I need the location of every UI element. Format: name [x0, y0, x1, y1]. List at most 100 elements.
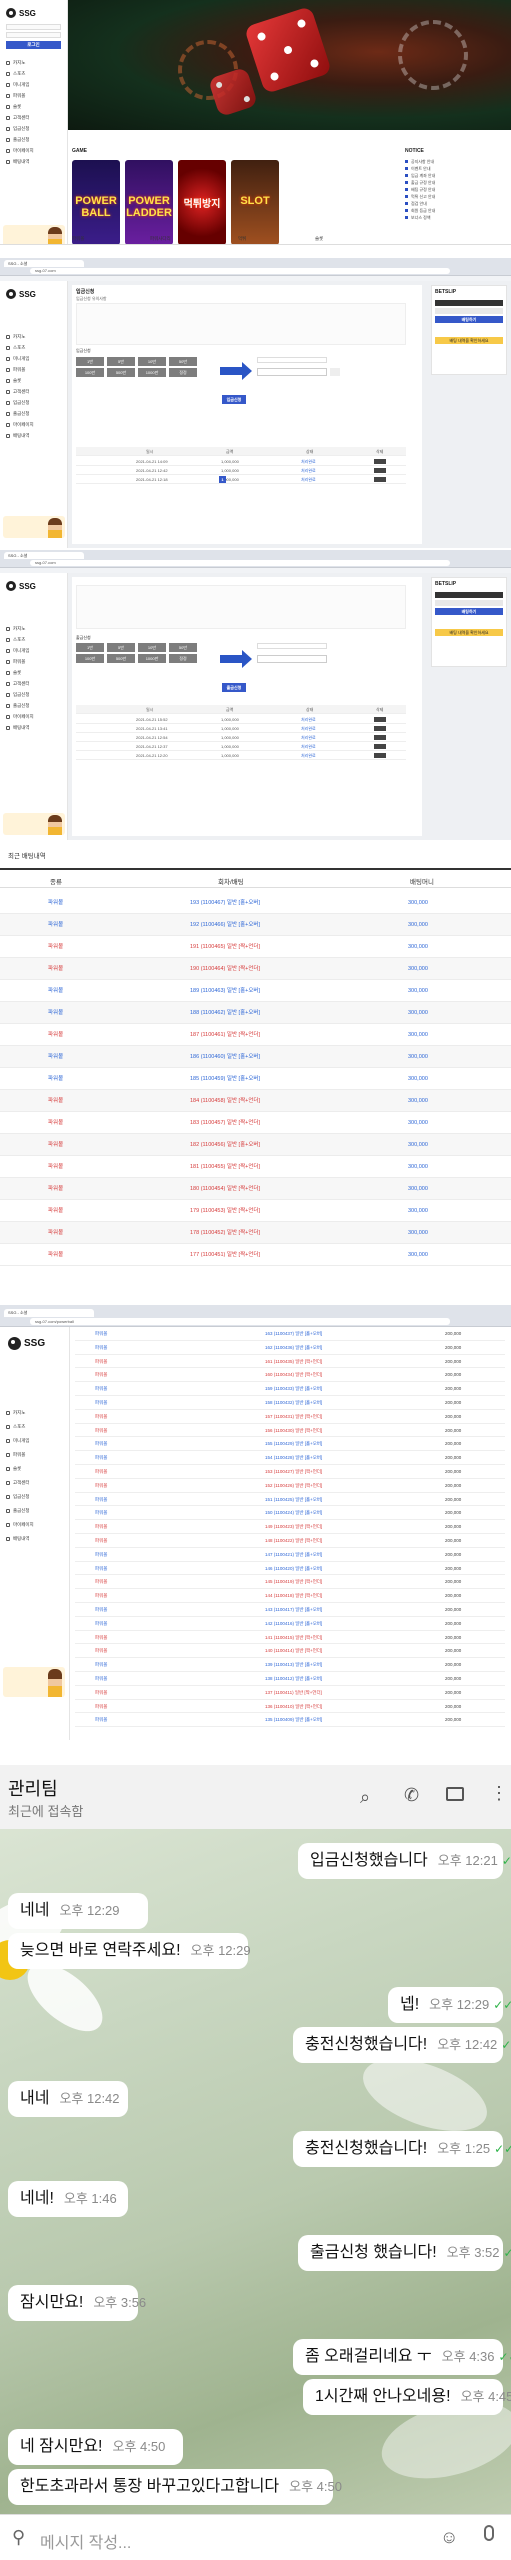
row-round[interactable]: 147 (1100421) 일반 [홀+오버] [265, 1548, 322, 1562]
login-button[interactable]: 로그인 [6, 41, 61, 49]
sidebar-item[interactable]: 출금신청 [0, 700, 67, 711]
sidebar-item[interactable]: 배팅내역 [0, 430, 67, 441]
sidebar-item[interactable]: 마이페이지 [0, 419, 67, 430]
bet-button[interactable]: 배팅하기 [435, 608, 503, 615]
amount-button[interactable]: 10만 [138, 357, 166, 366]
notice-item[interactable]: 배팅 규정 안내 [405, 186, 505, 193]
sidebar-item[interactable]: 출금신청 [0, 408, 67, 419]
sidebar-item[interactable]: 미니게임 [0, 1434, 69, 1448]
bet-button[interactable]: 배팅하기 [435, 316, 503, 323]
sidebar-item[interactable]: 스포츠 [0, 634, 67, 645]
sidebar-item[interactable]: 카지노 [0, 623, 67, 634]
emoji-icon[interactable]: ☺ [440, 2527, 458, 2548]
row-round[interactable]: 157 (1100431) 일반 [짝+언더] [265, 1410, 322, 1424]
deposit-submit-button[interactable]: 입금신청 [222, 395, 246, 404]
sidebar-item[interactable]: 카지노 [0, 57, 67, 68]
row-round[interactable]: 151 (1100425) 일반 [홀+오버] [265, 1493, 322, 1507]
row-round[interactable]: 137 (1100411) 일반 [짝+언더] [265, 1686, 322, 1700]
sidebar-item[interactable]: 고객센터 [0, 1476, 69, 1490]
amount-button[interactable]: 500만 [107, 654, 135, 663]
row-round[interactable]: 190 (1100464) 일반 [짝+언더] [190, 958, 260, 980]
agent-banner[interactable] [3, 813, 65, 835]
hero-banner[interactable] [68, 0, 511, 130]
amount-button[interactable]: 정정 [169, 654, 197, 663]
delete-button[interactable] [374, 735, 386, 740]
sidebar-item[interactable]: 카지노 [0, 1406, 69, 1420]
amount-button[interactable]: 1만 [76, 643, 104, 652]
sidebar-item[interactable]: 출금신청 [0, 134, 67, 145]
account-field[interactable] [257, 357, 327, 363]
agent-banner[interactable] [3, 1667, 65, 1697]
more-icon[interactable]: ⋮ [490, 1783, 508, 1804]
amount-button[interactable]: 1000만 [138, 368, 166, 377]
sidebar-item[interactable]: 파워볼 [0, 656, 67, 667]
browser-tab[interactable]: SSG - 소셜 [4, 260, 84, 267]
amount-button[interactable]: 100만 [76, 654, 104, 663]
amount-button[interactable]: 5만 [107, 357, 135, 366]
sidebar-toggle-icon[interactable] [446, 1787, 464, 1801]
sidebar-item[interactable]: 마이페이지 [0, 711, 67, 722]
delete-button[interactable] [374, 468, 386, 473]
delete-button[interactable] [374, 726, 386, 731]
row-round[interactable]: 136 (1100410) 일반 [짝+언더] [265, 1700, 322, 1714]
page-number[interactable]: 1 [219, 476, 226, 483]
sidebar-item[interactable]: 스포츠 [0, 342, 67, 353]
row-round[interactable]: 187 (1100461) 일반 [짝+언더] [190, 1024, 260, 1046]
row-round[interactable]: 141 (1100415) 일반 [짝+언더] [265, 1631, 322, 1645]
address-bar[interactable]: ssg-07.com [30, 560, 450, 566]
amount-button[interactable]: 정정 [169, 368, 197, 377]
notice-item[interactable]: 점검 안내 [405, 200, 505, 207]
sidebar-item[interactable]: 파워볼 [0, 90, 67, 101]
sidebar-item[interactable]: 슬롯 [0, 101, 67, 112]
attach-icon[interactable]: ⚲ [12, 2527, 25, 2548]
row-round[interactable]: 189 (1100463) 일반 [홀+오버] [190, 980, 260, 1002]
browser-tab[interactable]: SSG - 소셜 [4, 552, 84, 559]
row-round[interactable]: 142 (1100416) 일반 [홀+오버] [265, 1617, 322, 1631]
amount-button[interactable]: 500만 [107, 368, 135, 377]
delete-button[interactable] [374, 477, 386, 482]
notice-item[interactable]: 출금 규정 안내 [405, 179, 505, 186]
address-bar[interactable]: ssg-07.com/powerball [30, 1318, 450, 1325]
sidebar-item[interactable]: 입금신청 [0, 123, 67, 134]
agent-banner[interactable] [3, 516, 65, 538]
site-logo[interactable]: SSG [0, 0, 67, 22]
site-logo[interactable]: SSG [0, 281, 67, 303]
sidebar-item[interactable]: 입금신청 [0, 1490, 69, 1504]
row-round[interactable]: 159 (1100433) 일반 [홀+오버] [265, 1382, 322, 1396]
notice-item[interactable]: 입금 계좌 안내 [405, 172, 505, 179]
game-tile-slot[interactable]: SLOT [231, 160, 279, 244]
row-round[interactable]: 183 (1100457) 일반 [짝+언더] [190, 1112, 260, 1134]
amount-button[interactable]: 1000만 [138, 654, 166, 663]
amount-button[interactable]: 1만 [76, 357, 104, 366]
amount-field[interactable] [257, 368, 327, 376]
site-logo[interactable]: SSG [0, 573, 67, 595]
sidebar-item[interactable]: 입금신청 [0, 689, 67, 700]
row-round[interactable]: 143 (1100417) 일반 [홀+오버] [265, 1603, 322, 1617]
delete-button[interactable] [374, 753, 386, 758]
sidebar-item[interactable]: 스포츠 [0, 68, 67, 79]
mic-icon[interactable] [484, 2525, 494, 2541]
row-round[interactable]: 180 (1100454) 일반 [짝+언더] [190, 1178, 260, 1200]
address-bar[interactable]: ssg-07.com [30, 268, 450, 274]
amount-field[interactable] [257, 655, 327, 663]
sidebar-item[interactable]: 슬롯 [0, 1462, 69, 1476]
row-round[interactable]: 144 (1100418) 일반 [짝+언더] [265, 1589, 322, 1603]
amount-button[interactable]: 10만 [138, 643, 166, 652]
sidebar-item[interactable]: 출금신청 [0, 1504, 69, 1518]
betslip-field[interactable] [435, 308, 503, 314]
row-round[interactable]: 139 (1100413) 일반 [홀+오버] [265, 1658, 322, 1672]
row-round[interactable]: 161 (1100435) 일반 [짝+언더] [265, 1355, 322, 1369]
sidebar-item[interactable]: 마이페이지 [0, 1518, 69, 1532]
sidebar-item[interactable]: 미니게임 [0, 645, 67, 656]
row-round[interactable]: 163 (1100437) 일반 [홀+오버] [265, 1327, 322, 1341]
sidebar-item[interactable]: 파워볼 [0, 364, 67, 375]
row-round[interactable]: 146 (1100420) 일반 [홀+오버] [265, 1562, 322, 1576]
row-round[interactable]: 150 (1100424) 일반 [홀+오버] [265, 1506, 322, 1520]
sidebar-item[interactable]: 고객센터 [0, 386, 67, 397]
notice-item[interactable]: 보너스 정책 [405, 214, 505, 221]
game-tile-stamp[interactable]: 먹튀방지 [178, 160, 226, 244]
delete-button[interactable] [374, 717, 386, 722]
amount-button[interactable]: 5만 [107, 643, 135, 652]
row-round[interactable]: 182 (1100456) 일반 [홀+오버] [190, 1134, 260, 1156]
notice-item[interactable]: 회원 등급 안내 [405, 207, 505, 214]
